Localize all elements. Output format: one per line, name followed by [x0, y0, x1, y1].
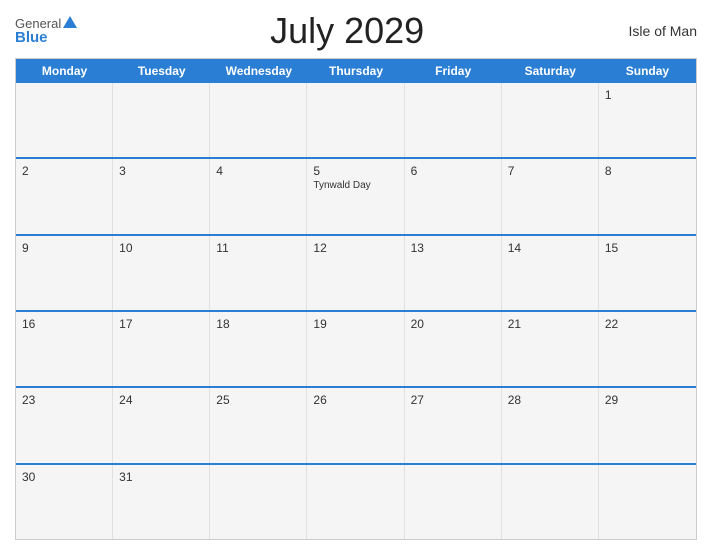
header-day-monday: Monday [16, 59, 113, 83]
day-number: 14 [508, 241, 592, 255]
header-day-friday: Friday [405, 59, 502, 83]
day-number: 3 [119, 164, 203, 178]
day-number: 22 [605, 317, 690, 331]
day-number: 19 [313, 317, 397, 331]
calendar-cell: 13 [405, 236, 502, 310]
calendar-cell: 15 [599, 236, 696, 310]
calendar-cell: 16 [16, 312, 113, 386]
calendar-row-4: 23 24 25 26 27 28 29 [16, 386, 696, 462]
day-event: Tynwald Day [313, 180, 397, 191]
day-number: 15 [605, 241, 690, 255]
calendar-cell: 23 [16, 388, 113, 462]
calendar-cell: 6 [405, 159, 502, 233]
calendar-header: MondayTuesdayWednesdayThursdayFridaySatu… [16, 59, 696, 83]
calendar-cell: 27 [405, 388, 502, 462]
calendar-cell [502, 83, 599, 157]
calendar-cell: 10 [113, 236, 210, 310]
calendar-cell: 21 [502, 312, 599, 386]
calendar-cell: 22 [599, 312, 696, 386]
header-day-wednesday: Wednesday [210, 59, 307, 83]
calendar-cell: 11 [210, 236, 307, 310]
day-number: 24 [119, 393, 203, 407]
calendar-cell: 19 [307, 312, 404, 386]
calendar-cell: 7 [502, 159, 599, 233]
day-number: 5 [313, 164, 397, 178]
day-number: 2 [22, 164, 106, 178]
header: General Blue July 2029 Isle of Man [15, 10, 697, 52]
day-number: 12 [313, 241, 397, 255]
calendar-cell [16, 83, 113, 157]
logo: General Blue [15, 17, 77, 46]
day-number: 23 [22, 393, 106, 407]
day-number: 31 [119, 470, 203, 484]
calendar-cell: 17 [113, 312, 210, 386]
calendar-cell: 1 [599, 83, 696, 157]
calendar-cell [210, 83, 307, 157]
day-number: 29 [605, 393, 690, 407]
day-number: 21 [508, 317, 592, 331]
region-label: Isle of Man [617, 23, 697, 39]
calendar-row-2: 9 10 11 12 13 14 15 [16, 234, 696, 310]
calendar-cell: 18 [210, 312, 307, 386]
day-number: 30 [22, 470, 106, 484]
logo-triangle-icon [63, 16, 77, 28]
calendar-cell [210, 465, 307, 539]
calendar-cell: 30 [16, 465, 113, 539]
calendar-cell: 20 [405, 312, 502, 386]
calendar-cell: 4 [210, 159, 307, 233]
day-number: 20 [411, 317, 495, 331]
header-day-sunday: Sunday [599, 59, 696, 83]
day-number: 13 [411, 241, 495, 255]
calendar-cell: 5 Tynwald Day [307, 159, 404, 233]
day-number: 7 [508, 164, 592, 178]
calendar-cell [405, 465, 502, 539]
calendar-body: 12345Tynwald Day678910111213141516171819… [16, 83, 696, 539]
header-day-thursday: Thursday [307, 59, 404, 83]
calendar: MondayTuesdayWednesdayThursdayFridaySatu… [15, 58, 697, 540]
calendar-row-0: 1 [16, 83, 696, 157]
calendar-cell [502, 465, 599, 539]
day-number: 10 [119, 241, 203, 255]
calendar-cell: 3 [113, 159, 210, 233]
header-day-tuesday: Tuesday [113, 59, 210, 83]
day-number: 26 [313, 393, 397, 407]
calendar-cell: 14 [502, 236, 599, 310]
calendar-cell [307, 83, 404, 157]
day-number: 4 [216, 164, 300, 178]
day-number: 25 [216, 393, 300, 407]
calendar-cell [405, 83, 502, 157]
calendar-cell: 31 [113, 465, 210, 539]
day-number: 11 [216, 241, 300, 255]
calendar-cell: 2 [16, 159, 113, 233]
day-number: 18 [216, 317, 300, 331]
calendar-cell [599, 465, 696, 539]
calendar-cell: 8 [599, 159, 696, 233]
calendar-cell: 29 [599, 388, 696, 462]
calendar-row-5: 30 31 [16, 463, 696, 539]
day-number: 27 [411, 393, 495, 407]
day-number: 8 [605, 164, 690, 178]
calendar-cell: 26 [307, 388, 404, 462]
calendar-row-3: 16 17 18 19 20 21 22 [16, 310, 696, 386]
day-number: 17 [119, 317, 203, 331]
calendar-title: July 2029 [77, 10, 617, 52]
page: General Blue July 2029 Isle of Man Monda… [0, 0, 712, 550]
calendar-row-1: 2345 Tynwald Day 678 [16, 157, 696, 233]
calendar-cell: 24 [113, 388, 210, 462]
day-number: 6 [411, 164, 495, 178]
day-number: 1 [605, 88, 690, 102]
calendar-cell [113, 83, 210, 157]
day-number: 16 [22, 317, 106, 331]
calendar-cell: 9 [16, 236, 113, 310]
day-number: 9 [22, 241, 106, 255]
day-number: 28 [508, 393, 592, 407]
calendar-cell: 12 [307, 236, 404, 310]
header-day-saturday: Saturday [502, 59, 599, 83]
calendar-cell: 25 [210, 388, 307, 462]
logo-general-text: General [15, 17, 77, 31]
logo-blue-text: Blue [15, 30, 48, 45]
calendar-cell: 28 [502, 388, 599, 462]
calendar-cell [307, 465, 404, 539]
